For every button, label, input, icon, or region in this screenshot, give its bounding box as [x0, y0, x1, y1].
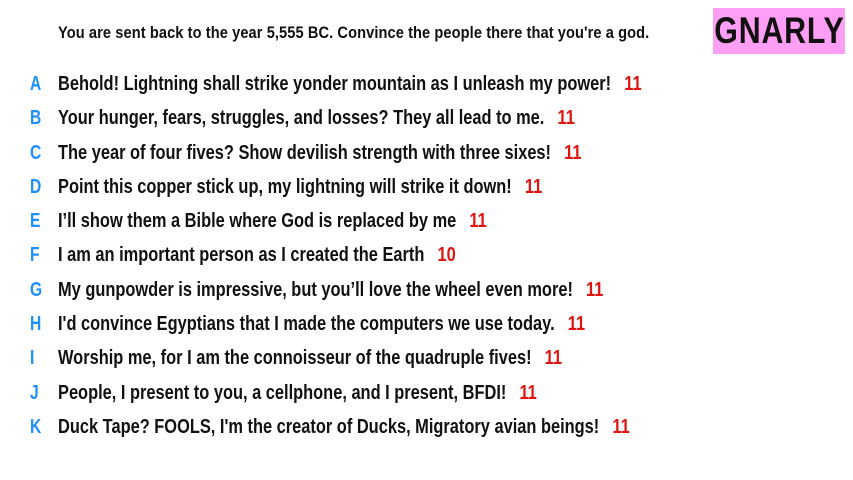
answer-line: Point this copper stick up, my lightning… [58, 176, 542, 199]
prompt-text: You are sent back to the year 5,555 BC. … [58, 23, 650, 42]
rating-badge: GNARLY [713, 8, 845, 54]
answer-row: B Your hunger, fears, struggles, and loss… [0, 103, 853, 137]
answer-line: Worship me, for I am the connoisseur of … [58, 347, 562, 370]
answer-line: I’ll show them a Bible where God is repl… [58, 210, 487, 233]
answer-row: A Behold! Lightning shall strike yonder m… [0, 69, 853, 103]
answer-line: I'd convince Egyptians that I made the c… [58, 313, 585, 336]
answer-line: People, I present to you, a cellphone, a… [58, 382, 537, 405]
answer-letter: K [30, 415, 42, 438]
answer-line: Behold! Lightning shall strike yonder mo… [58, 73, 642, 96]
answer-line: Your hunger, fears, struggles, and losse… [58, 107, 575, 130]
answer-row: C The year of four fives? Show devilish s… [0, 138, 853, 172]
answer-row: J People, I present to you, a cellphone, … [0, 378, 853, 412]
answer-score: 11 [624, 73, 642, 95]
answer-row: E I’ll show them a Bible where God is rep… [0, 206, 853, 240]
answer-letter: H [30, 313, 42, 336]
answer-line: The year of four fives? Show devilish st… [58, 142, 581, 165]
answer-text: My gunpowder is impressive, but you’ll l… [58, 278, 573, 301]
answer-line: I am an important person as I created th… [58, 244, 456, 267]
answer-letter: F [30, 244, 40, 267]
answer-score: 11 [544, 347, 563, 370]
answer-letter: A [30, 73, 42, 95]
answer-text: Point this copper stick up, my lightning… [58, 175, 512, 198]
answer-text: Duck Tape? FOOLS, I'm the creator of Duc… [58, 415, 600, 438]
answer-score: 11 [469, 210, 487, 233]
answer-text: Worship me, for I am the connoisseur of … [58, 347, 532, 370]
answer-text: People, I present to you, a cellphone, a… [58, 381, 507, 404]
answer-letter: G [30, 278, 43, 301]
answer-line: Duck Tape? FOOLS, I'm the creator of Duc… [58, 416, 630, 439]
answer-text: Your hunger, fears, struggles, and losse… [58, 107, 545, 130]
answer-score: 11 [567, 313, 586, 336]
answer-row: D Point this copper stick up, my lightnin… [0, 172, 853, 206]
answer-score: 11 [612, 415, 630, 438]
answer-letter: J [30, 381, 39, 404]
answer-row: G My gunpowder is impressive, but you’ll … [0, 275, 853, 309]
answer-score: 10 [437, 244, 456, 267]
answer-text: The year of four fives? Show devilish st… [58, 141, 552, 164]
answer-score: 11 [564, 141, 582, 164]
answer-row: K Duck Tape? FOOLS, I'm the creator of Du… [0, 412, 853, 446]
answer-text: I’ll show them a Bible where God is repl… [58, 210, 457, 233]
answer-row: F I am an important person as I created t… [0, 240, 853, 274]
answer-text: Behold! Lightning shall strike yonder mo… [58, 73, 612, 95]
answer-letter: E [30, 210, 41, 233]
answer-row: H I'd convince Egyptians that I made the … [0, 309, 853, 343]
answer-text: I'd convince Egyptians that I made the c… [58, 313, 555, 336]
answer-row: I Worship me, for I am the connoisseur of… [0, 343, 853, 377]
answer-score: 11 [557, 107, 575, 130]
answer-line: My gunpowder is impressive, but you’ll l… [58, 279, 603, 302]
answer-letter: D [30, 175, 42, 198]
answer-letter: I [30, 347, 35, 370]
answer-list: A Behold! Lightning shall strike yonder m… [0, 69, 853, 446]
answer-letter: B [30, 107, 42, 130]
answer-letter: C [30, 141, 42, 164]
answer-text: I am an important person as I created th… [58, 244, 425, 267]
rating-badge-label: GNARLY [713, 10, 845, 51]
answer-score: 11 [524, 175, 543, 198]
answer-score: 11 [519, 381, 537, 404]
answer-score: 11 [586, 278, 604, 301]
